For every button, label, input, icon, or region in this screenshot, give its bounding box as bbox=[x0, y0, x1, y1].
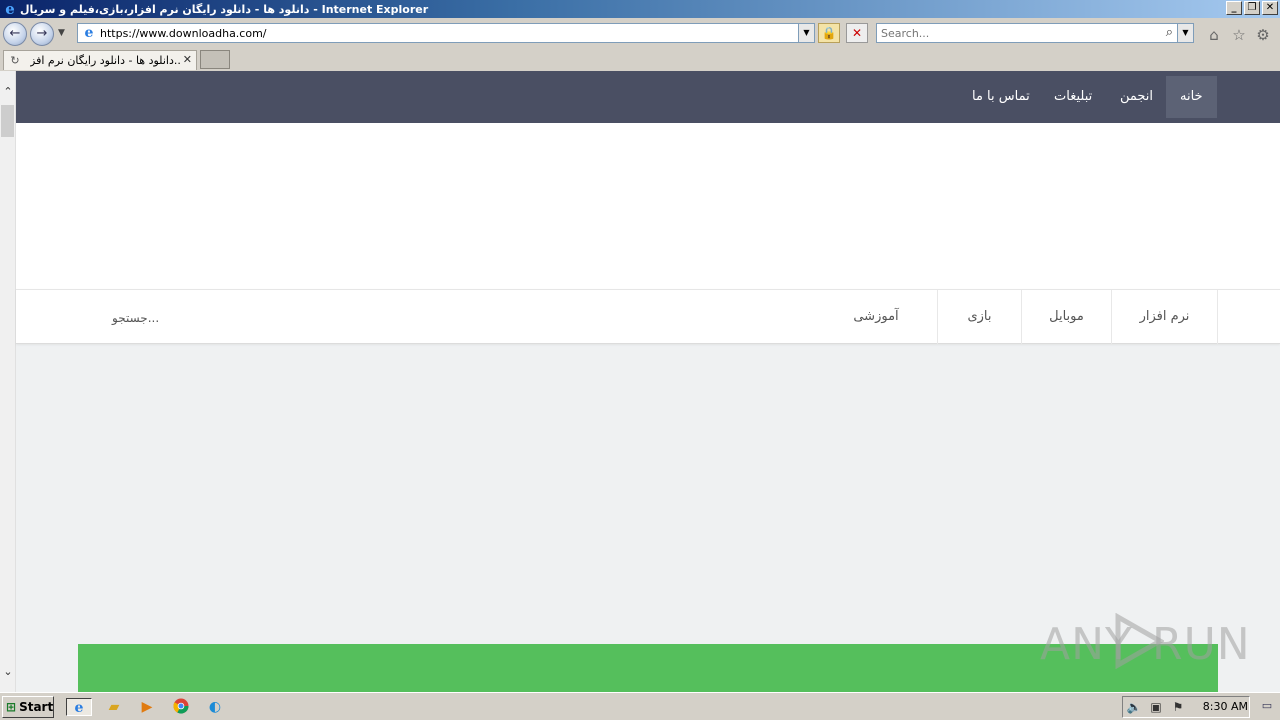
search-input[interactable] bbox=[881, 24, 1151, 42]
history-dropdown-icon[interactable]: ▼ bbox=[58, 28, 65, 38]
tab-label: دانلود ها - دانلود رایگان نرم افز... bbox=[30, 54, 180, 67]
chrome-icon[interactable] bbox=[171, 698, 191, 716]
category-divider bbox=[937, 290, 938, 344]
tab-close-icon[interactable]: ✕ bbox=[183, 53, 192, 66]
edge-icon[interactable]: ◐ bbox=[205, 698, 225, 716]
site-search-link[interactable]: جستجو... bbox=[112, 290, 159, 346]
folder-icon[interactable]: ▰ bbox=[104, 698, 124, 716]
tab-downloadha[interactable]: ↻ دانلود ها - دانلود رایگان نرم افز... ✕ bbox=[3, 50, 197, 70]
magnifier-icon[interactable]: ⌕ bbox=[1166, 25, 1173, 40]
screen: e دانلود ها - دانلود رایگان نرم افزار،با… bbox=[0, 0, 1280, 720]
ie-logo-icon: e bbox=[5, 0, 15, 18]
tab-bar: ↻ دانلود ها - دانلود رایگان نرم افز... ✕ bbox=[0, 48, 1280, 71]
vertical-scrollbar[interactable]: ⌃ ⌄ bbox=[0, 71, 16, 692]
start-button[interactable]: ⊞ Start bbox=[2, 696, 54, 718]
category-divider bbox=[1111, 290, 1112, 344]
category-education[interactable]: آموزشی bbox=[836, 290, 916, 344]
new-tab-button[interactable] bbox=[200, 50, 230, 69]
address-url[interactable]: https://www.downloadha.com/ bbox=[100, 27, 267, 40]
volume-icon[interactable]: 🔈 bbox=[1123, 700, 1145, 714]
watermark-text-right: RUN bbox=[1152, 619, 1251, 670]
anyrun-watermark: ANY RUN bbox=[1040, 611, 1250, 671]
category-mobile[interactable]: موبایل bbox=[1022, 290, 1111, 344]
star-icon[interactable]: ☆ bbox=[1230, 26, 1248, 44]
address-bar[interactable]: e https://www.downloadha.com/ ▼ bbox=[77, 23, 815, 43]
search-box[interactable]: ⌕ ▼ bbox=[876, 23, 1194, 43]
lock-icon[interactable]: 🔒 bbox=[818, 23, 840, 43]
page-viewport: ⌃ ⌄ خانه انجمن تبلیغات تماس با ما نرم اف… bbox=[0, 71, 1280, 692]
site-favicon-icon: e bbox=[84, 25, 94, 41]
nav-item-ads[interactable]: تبلیغات bbox=[1040, 76, 1106, 118]
show-desktop-icon[interactable]: ▭ bbox=[1258, 699, 1276, 715]
gear-icon[interactable]: ⚙ bbox=[1254, 26, 1272, 44]
windows-flag-icon: ⊞ bbox=[6, 700, 17, 714]
browser-toolbar: ← → ▼ e https://www.downloadha.com/ ▼ 🔒 … bbox=[0, 18, 1280, 48]
nav-item-forum[interactable]: انجمن bbox=[1106, 76, 1167, 118]
category-software[interactable]: نرم افزار bbox=[1112, 290, 1217, 344]
taskbar: ⊞ Start e ▰ ▶ ◐ 🔈 ▣ ⚑ 8:30 AM ▭ bbox=[0, 692, 1280, 720]
category-divider bbox=[1217, 290, 1218, 344]
minimize-button[interactable]: _ bbox=[1226, 1, 1242, 15]
start-label: Start bbox=[19, 700, 54, 714]
search-dropdown-icon[interactable]: ▼ bbox=[1177, 24, 1193, 42]
category-games[interactable]: بازی bbox=[938, 290, 1021, 344]
banner-area bbox=[16, 123, 1280, 289]
nav-item-home[interactable]: خانه bbox=[1166, 76, 1217, 118]
window-titlebar: e دانلود ها - دانلود رایگان نرم افزار،با… bbox=[0, 0, 1280, 18]
loading-spinner-icon: ↻ bbox=[10, 54, 20, 67]
site-nav: خانه انجمن تبلیغات تماس با ما bbox=[16, 71, 1280, 123]
action-center-flag-icon[interactable]: ⚑ bbox=[1167, 700, 1189, 714]
taskbar-clock[interactable]: 8:30 AM bbox=[1203, 696, 1248, 718]
category-divider bbox=[1021, 290, 1022, 344]
window-controls: _ ❐ ✕ bbox=[1226, 1, 1278, 15]
close-window-button[interactable]: ✕ bbox=[1262, 1, 1278, 15]
scroll-thumb[interactable] bbox=[1, 105, 14, 137]
window-title: دانلود ها - دانلود رایگان نرم افزار،بازی… bbox=[20, 2, 429, 16]
stop-button[interactable]: ✕ bbox=[846, 23, 868, 43]
forward-button[interactable]: → bbox=[30, 22, 54, 46]
scroll-up-icon[interactable]: ⌃ bbox=[0, 85, 16, 98]
address-dropdown-icon[interactable]: ▼ bbox=[798, 24, 814, 42]
media-player-icon[interactable]: ▶ bbox=[137, 698, 157, 716]
restore-button[interactable]: ❐ bbox=[1244, 1, 1260, 15]
scroll-down-icon[interactable]: ⌄ bbox=[0, 665, 16, 678]
back-button[interactable]: ← bbox=[3, 22, 27, 46]
ie-taskbar-icon[interactable]: e bbox=[66, 698, 92, 716]
nav-item-contact[interactable]: تماس با ما bbox=[958, 76, 1044, 118]
category-bar: نرم افزار موبایل بازی آموزشی جستجو... bbox=[16, 289, 1280, 344]
network-icon[interactable]: ▣ bbox=[1145, 700, 1167, 714]
home-icon[interactable]: ⌂ bbox=[1205, 26, 1223, 44]
